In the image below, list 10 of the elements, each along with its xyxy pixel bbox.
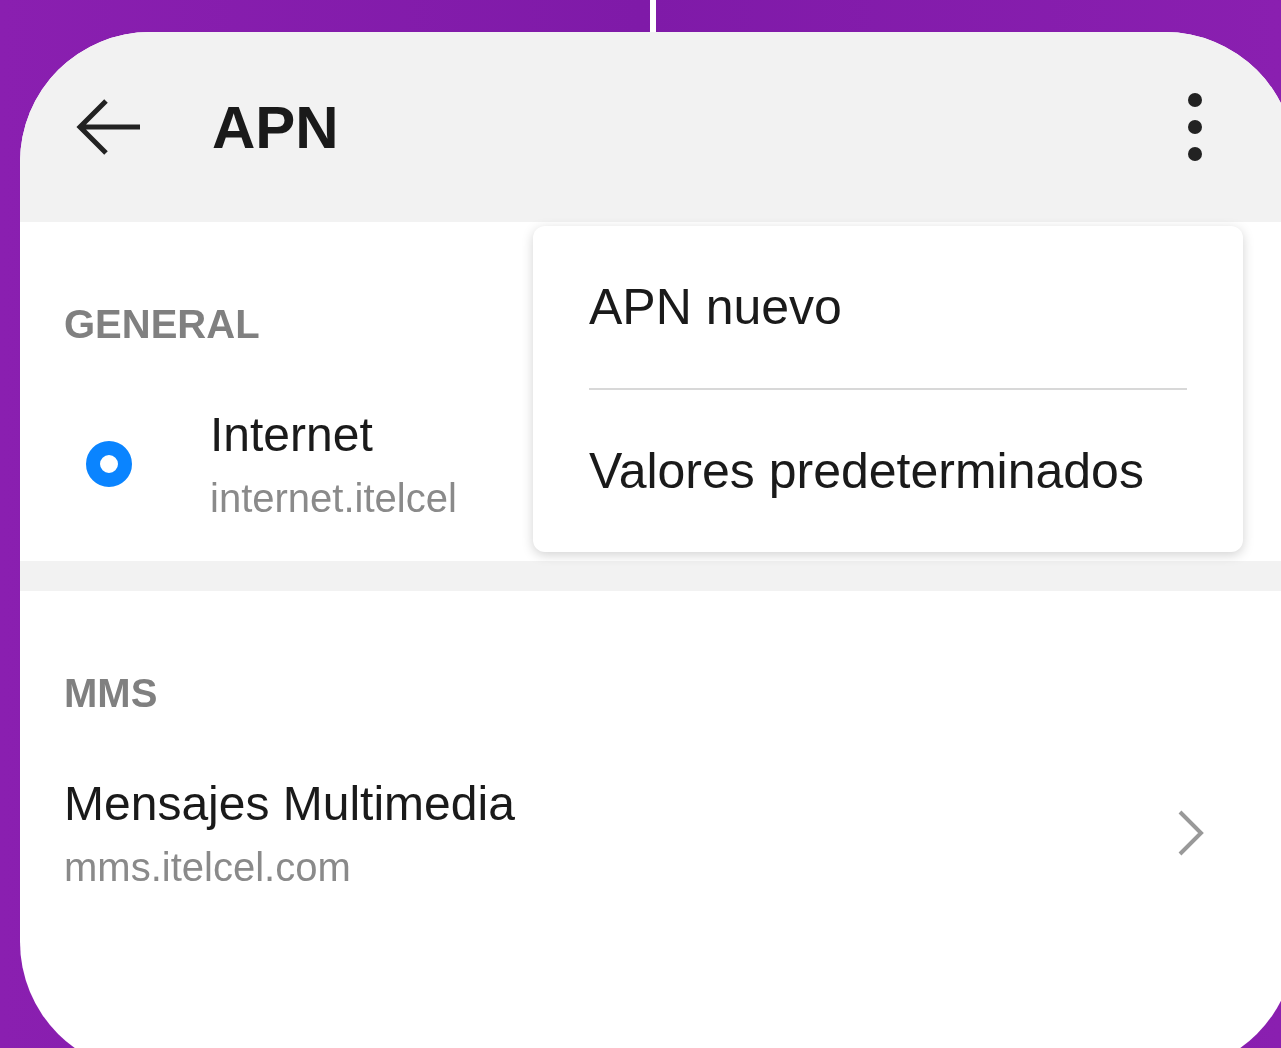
section-heading: GENERAL [64, 302, 260, 347]
menu-item[interactable]: APN nuevo [589, 226, 1187, 388]
apn-address: internet.itelcel [210, 476, 458, 521]
apn-address: mms.itelcel.com [64, 845, 352, 890]
radio-button[interactable] [86, 441, 132, 487]
screen-title: APN [212, 92, 340, 162]
apn-name[interactable]: Mensajes Multimedia [64, 776, 1177, 831]
chevron-right-icon [1177, 809, 1205, 857]
section-heading: MMS [64, 671, 158, 716]
menu-item[interactable]: Valores predeterminados [589, 390, 1187, 552]
